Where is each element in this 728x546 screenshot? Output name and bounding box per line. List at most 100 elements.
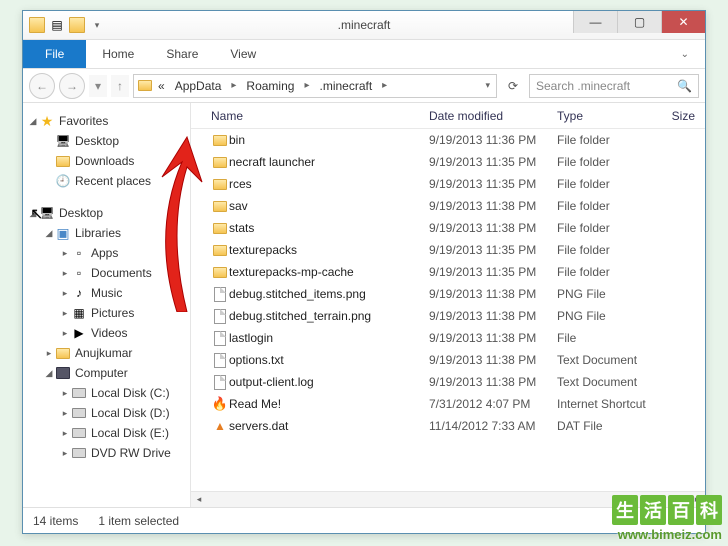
tree-disk-d[interactable]: ▸Local Disk (D:) xyxy=(23,403,190,423)
close-button[interactable]: ✕ xyxy=(661,11,705,33)
crumb-overflow[interactable]: « xyxy=(154,79,169,93)
file-row[interactable]: texturepacks-mp-cache9/19/2013 11:35 PMF… xyxy=(191,261,705,283)
file-row[interactable]: texturepacks9/19/2013 11:35 PMFile folde… xyxy=(191,239,705,261)
tab-file[interactable]: File xyxy=(23,40,86,68)
file-row[interactable]: ▲servers.dat11/14/2012 7:33 AMDAT File xyxy=(191,415,705,437)
file-icon xyxy=(211,330,229,346)
app-icon[interactable] xyxy=(29,17,45,33)
tree-dvd[interactable]: ▸DVD RW Drive xyxy=(23,443,190,463)
status-bar: 14 items 1 item selected xyxy=(23,507,705,533)
tree-desktop-root[interactable]: ◢🖥Desktop xyxy=(23,203,190,223)
file-icon xyxy=(211,308,229,324)
col-size[interactable]: Size xyxy=(657,109,705,123)
tree-recent[interactable]: 🕘Recent places xyxy=(23,171,190,191)
file-name: Read Me! xyxy=(229,397,429,411)
forward-button[interactable]: → xyxy=(59,73,85,99)
tree-user[interactable]: ▸Anujkumar xyxy=(23,343,190,363)
file-row[interactable]: lastlogin9/19/2013 11:38 PMFile xyxy=(191,327,705,349)
qa-properties-icon[interactable]: ▤ xyxy=(49,17,65,33)
search-input[interactable]: Search .minecraft 🔍 xyxy=(529,74,699,98)
disk-icon xyxy=(71,385,87,401)
star-icon: ★ xyxy=(39,113,55,129)
file-row[interactable]: rces9/19/2013 11:35 PMFile folder xyxy=(191,173,705,195)
col-date[interactable]: Date modified xyxy=(429,109,557,123)
file-name: texturepacks xyxy=(229,243,429,257)
tree-disk-e[interactable]: ▸Local Disk (E:) xyxy=(23,423,190,443)
file-type: Text Document xyxy=(557,353,657,367)
crumb-sep-icon[interactable]: ▸ xyxy=(300,80,313,91)
file-name: stats xyxy=(229,221,429,235)
file-row[interactable]: options.txt9/19/2013 11:38 PMText Docume… xyxy=(191,349,705,371)
minimize-button[interactable]: — xyxy=(573,11,617,33)
tree-desktop[interactable]: 🖥Desktop xyxy=(23,131,190,151)
titlebar[interactable]: ▤ ▾ .minecraft — ▢ ✕ xyxy=(23,11,705,39)
file-name: necraft launcher xyxy=(229,155,429,169)
file-list[interactable]: bin9/19/2013 11:36 PMFile foldernecraft … xyxy=(191,129,705,491)
tree-videos[interactable]: ▸▶Videos xyxy=(23,323,190,343)
maximize-button[interactable]: ▢ xyxy=(617,11,661,33)
file-date: 9/19/2013 11:35 PM xyxy=(429,155,557,169)
col-name[interactable]: Name xyxy=(211,109,429,123)
watermark-char: 百 xyxy=(668,495,694,525)
dvd-icon xyxy=(71,445,87,461)
file-icon xyxy=(211,352,229,368)
file-row[interactable]: bin9/19/2013 11:36 PMFile folder xyxy=(191,129,705,151)
file-date: 9/19/2013 11:38 PM xyxy=(429,309,557,323)
crumb-sep-icon[interactable]: ▸ xyxy=(227,80,240,91)
up-button[interactable]: ↑ xyxy=(111,75,129,97)
file-row[interactable]: necraft launcher9/19/2013 11:35 PMFile f… xyxy=(191,151,705,173)
file-icon xyxy=(211,264,229,280)
col-type[interactable]: Type xyxy=(557,109,657,123)
tree-disk-c[interactable]: ▸Local Disk (C:) xyxy=(23,383,190,403)
folder-icon xyxy=(55,153,71,169)
navigation-pane[interactable]: ◢★Favorites 🖥Desktop Downloads 🕘Recent p… xyxy=(23,103,191,507)
tree-music[interactable]: ▸♪Music xyxy=(23,283,190,303)
refresh-button[interactable]: ⟳ xyxy=(501,74,525,98)
tree-pictures[interactable]: ▸▦Pictures xyxy=(23,303,190,323)
file-row[interactable]: 🔥Read Me!7/31/2012 4:07 PMInternet Short… xyxy=(191,393,705,415)
file-date: 9/19/2013 11:38 PM xyxy=(429,287,557,301)
tree-documents[interactable]: ▸▫Documents xyxy=(23,263,190,283)
tab-home[interactable]: Home xyxy=(86,40,150,68)
qa-menu-dropdown[interactable]: ▾ xyxy=(89,17,105,33)
tab-share[interactable]: Share xyxy=(150,40,214,68)
file-row[interactable]: debug.stitched_terrain.png9/19/2013 11:3… xyxy=(191,305,705,327)
tab-view[interactable]: View xyxy=(214,40,272,68)
crumb-appdata[interactable]: AppData xyxy=(171,79,226,93)
disk-icon xyxy=(71,425,87,441)
file-icon: 🔥 xyxy=(211,396,229,412)
file-date: 9/19/2013 11:35 PM xyxy=(429,265,557,279)
file-date: 9/19/2013 11:38 PM xyxy=(429,199,557,213)
column-headers[interactable]: Name Date modified Type Size xyxy=(191,103,705,129)
file-date: 9/19/2013 11:35 PM xyxy=(429,177,557,191)
file-date: 11/14/2012 7:33 AM xyxy=(429,419,557,433)
file-icon xyxy=(211,286,229,302)
breadcrumb[interactable]: « AppData ▸ Roaming ▸ .minecraft ▸ ▾ xyxy=(133,74,497,98)
crumb-sep-icon[interactable]: ▸ xyxy=(378,80,391,91)
file-row[interactable]: sav9/19/2013 11:38 PMFile folder xyxy=(191,195,705,217)
file-name: bin xyxy=(229,133,429,147)
back-button[interactable]: ← xyxy=(29,73,55,99)
file-type: Internet Shortcut xyxy=(557,397,657,411)
qa-newfolder-icon[interactable] xyxy=(69,17,85,33)
address-bar: ← → ▾ ↑ « AppData ▸ Roaming ▸ .minecraft… xyxy=(23,69,705,103)
file-row[interactable]: output-client.log9/19/2013 11:38 PMText … xyxy=(191,371,705,393)
tree-apps[interactable]: ▸▫Apps xyxy=(23,243,190,263)
ribbon-expand-icon[interactable]: ⌄ xyxy=(665,40,705,68)
tree-favorites[interactable]: ◢★Favorites xyxy=(23,111,190,131)
status-item-count: 14 items xyxy=(33,514,78,528)
tree-downloads[interactable]: Downloads xyxy=(23,151,190,171)
file-name: debug.stitched_terrain.png xyxy=(229,309,429,323)
tree-computer[interactable]: ◢Computer xyxy=(23,363,190,383)
address-dropdown-icon[interactable]: ▾ xyxy=(483,80,492,91)
crumb-minecraft[interactable]: .minecraft xyxy=(315,79,376,93)
recent-dropdown[interactable]: ▾ xyxy=(89,75,107,97)
file-row[interactable]: stats9/19/2013 11:38 PMFile folder xyxy=(191,217,705,239)
file-type: PNG File xyxy=(557,309,657,323)
crumb-roaming[interactable]: Roaming xyxy=(242,79,298,93)
search-icon: 🔍 xyxy=(677,79,692,93)
libraries-icon: ▣ xyxy=(55,225,71,241)
scroll-left-icon[interactable]: ◂ xyxy=(191,494,207,505)
file-row[interactable]: debug.stitched_items.png9/19/2013 11:38 … xyxy=(191,283,705,305)
tree-libraries[interactable]: ◢▣Libraries xyxy=(23,223,190,243)
